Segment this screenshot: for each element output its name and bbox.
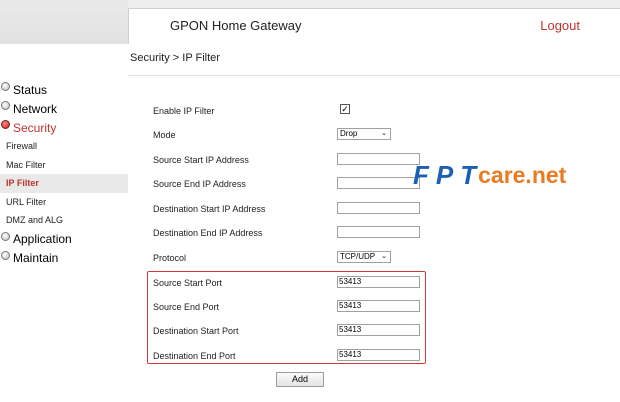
dst-start-ip-label: Destination Start IP Address: [153, 204, 266, 214]
enable-ip-filter-checkbox[interactable]: ✓: [340, 104, 350, 114]
dst-start-ip-input[interactable]: [337, 202, 420, 214]
chevron-down-icon: ⌄: [381, 253, 387, 260]
sidebar-item-label: Maintain: [13, 251, 59, 265]
chevron-down-icon: ⌄: [381, 130, 387, 137]
sidebar-subitem-url-filter[interactable]: URL Filter: [0, 193, 128, 212]
enable-ip-filter-label: Enable IP Filter: [153, 106, 215, 116]
sidebar-subitem-firewall[interactable]: Firewall: [0, 137, 128, 156]
form-row-mode: Mode Drop ⌄: [153, 128, 423, 144]
sidebar-item-label: Network: [13, 101, 58, 116]
dst-start-port-label: Destination Start Port: [153, 326, 239, 336]
add-button[interactable]: Add: [276, 372, 324, 387]
src-end-port-input[interactable]: 53413: [337, 300, 420, 312]
src-end-port-label: Source End Port: [153, 302, 220, 312]
src-start-ip-input[interactable]: [337, 153, 420, 165]
bullet-icon: [1, 250, 10, 260]
sidebar-top-band: [0, 0, 128, 44]
form-row-src-start-ip: Source Start IP Address: [153, 153, 423, 169]
dst-end-port-input[interactable]: 53413: [337, 349, 420, 361]
bullet-icon: [1, 231, 10, 241]
form-row-protocol: Protocol TCP/UDP ⌄: [153, 251, 423, 267]
form-row-src-end-ip: Source End IP Address: [153, 177, 423, 193]
form-row-src-start-port: Source Start Port 53413: [153, 276, 423, 292]
src-end-ip-input[interactable]: [337, 177, 420, 189]
mode-select[interactable]: Drop ⌄: [337, 128, 391, 140]
mode-label: Mode: [153, 130, 176, 140]
sidebar-item-label: Status: [13, 82, 48, 97]
watermark-part1: FPT: [413, 159, 484, 190]
src-start-port-input[interactable]: 53413: [337, 276, 420, 288]
form-row-dst-start-ip: Destination Start IP Address: [153, 202, 423, 218]
watermark-part2: care.net: [478, 161, 567, 188]
dst-end-port-label: Destination End Port: [153, 351, 236, 361]
protocol-label: Protocol: [153, 253, 187, 263]
form-row-enable: Enable IP Filter ✓: [153, 104, 423, 120]
sidebar-subitem-ip-filter[interactable]: IP Filter: [0, 174, 128, 193]
sidebar-item-network[interactable]: Network: [0, 99, 128, 118]
form-row-dst-end-ip: Destination End IP Address: [153, 226, 423, 242]
bullet-icon: [1, 120, 10, 129]
bullet-icon: [1, 82, 10, 91]
form-row-dst-end-port: Destination End Port 53413: [153, 349, 423, 365]
watermark-logo: FPT care.net: [413, 158, 566, 192]
src-end-ip-label: Source End IP Address: [153, 179, 246, 189]
sidebar-item-status[interactable]: Status: [0, 80, 128, 99]
app-title: GPON Home Gateway: [170, 18, 302, 33]
mode-select-value: Drop: [340, 129, 358, 138]
sidebar-item-label: Security: [13, 120, 57, 135]
sidebar-item-application[interactable]: Application: [0, 230, 128, 249]
dst-end-ip-label: Destination End IP Address: [153, 228, 263, 238]
form-row-dst-start-port: Destination Start Port 53413: [153, 324, 423, 340]
bullet-icon: [1, 101, 10, 110]
divider: [128, 75, 620, 76]
protocol-select[interactable]: TCP/UDP ⌄: [337, 251, 391, 263]
sidebar-item-label: Application: [13, 232, 72, 246]
breadcrumb: Security > IP Filter: [130, 52, 220, 64]
sidebar-item-security[interactable]: Security: [0, 118, 128, 137]
src-start-port-label: Source Start Port: [153, 278, 223, 288]
protocol-select-value: TCP/UDP: [340, 252, 376, 261]
sidebar: Status Network Security Firewall Mac Fil…: [0, 80, 128, 268]
dst-start-port-input[interactable]: 53413: [337, 324, 420, 336]
sidebar-item-maintain[interactable]: Maintain: [0, 249, 128, 268]
src-start-ip-label: Source Start IP Address: [153, 155, 249, 165]
logout-link[interactable]: Logout: [540, 18, 580, 33]
dst-end-ip-input[interactable]: [337, 226, 420, 238]
form-row-src-end-port: Source End Port 53413: [153, 300, 423, 316]
sidebar-subitem-dmz-alg[interactable]: DMZ and ALG: [0, 211, 128, 230]
sidebar-subitem-mac-filter[interactable]: Mac Filter: [0, 156, 128, 175]
